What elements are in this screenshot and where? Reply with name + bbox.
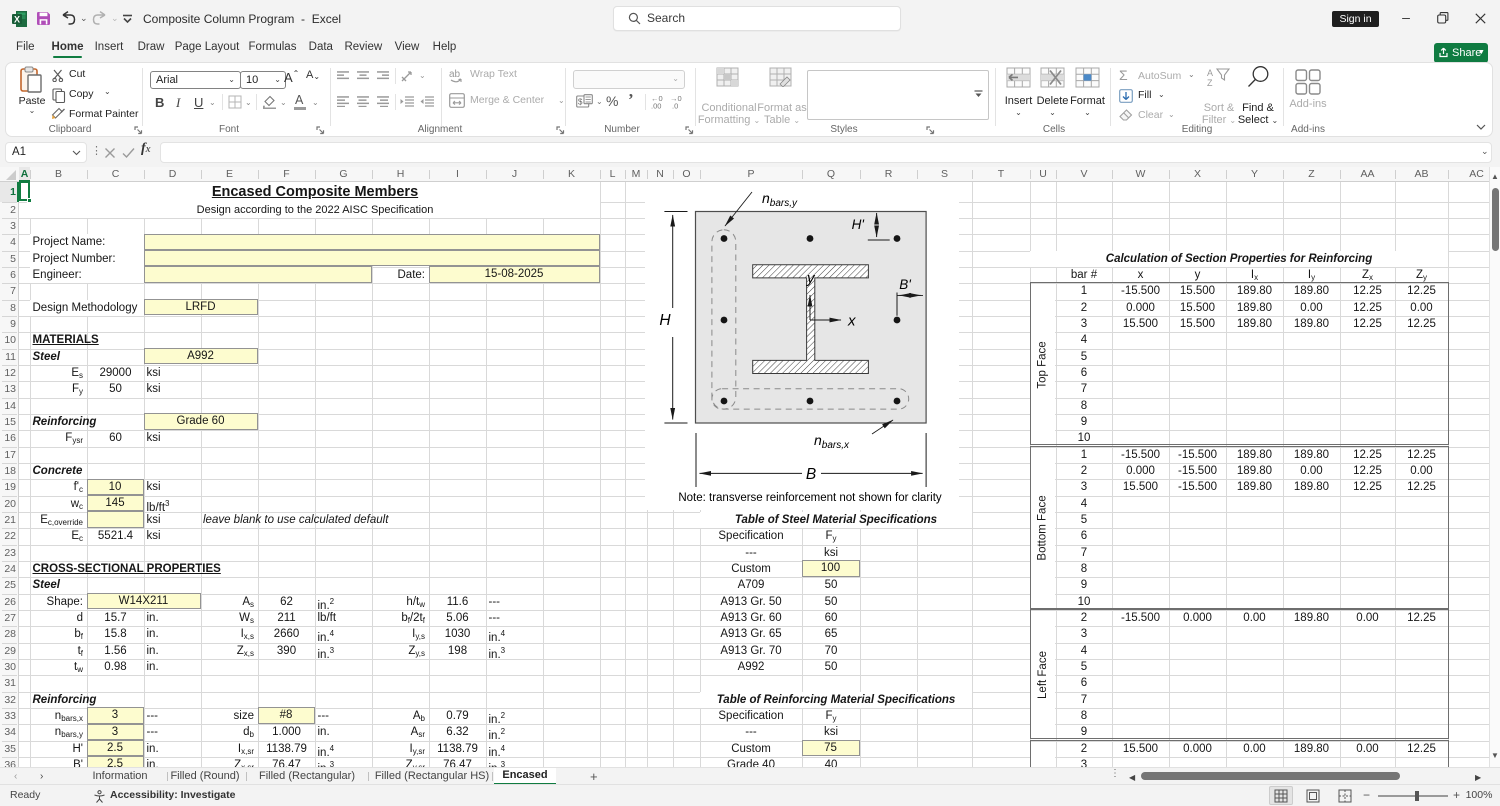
svg-text:nbars,x: nbars,x	[814, 432, 850, 451]
svg-text:Note: transverse reinforcement: Note: transverse reinforcement not shown…	[678, 492, 942, 504]
svg-text:X: X	[14, 15, 20, 25]
svg-text:H: H	[659, 312, 671, 329]
svg-text:ab: ab	[449, 69, 461, 80]
svg-text:.0: .0	[672, 102, 678, 110]
svg-text:x: x	[847, 313, 856, 330]
svg-text:.00: .00	[651, 102, 661, 110]
svg-text:nbars,y: nbars,y	[762, 190, 798, 209]
svg-text:A: A	[1207, 68, 1213, 78]
svg-text:H': H'	[852, 217, 865, 232]
svg-text:$: $	[578, 98, 583, 107]
svg-text:B': B'	[899, 277, 911, 292]
svg-text:B: B	[806, 466, 816, 483]
svg-text:Z: Z	[1207, 78, 1213, 88]
